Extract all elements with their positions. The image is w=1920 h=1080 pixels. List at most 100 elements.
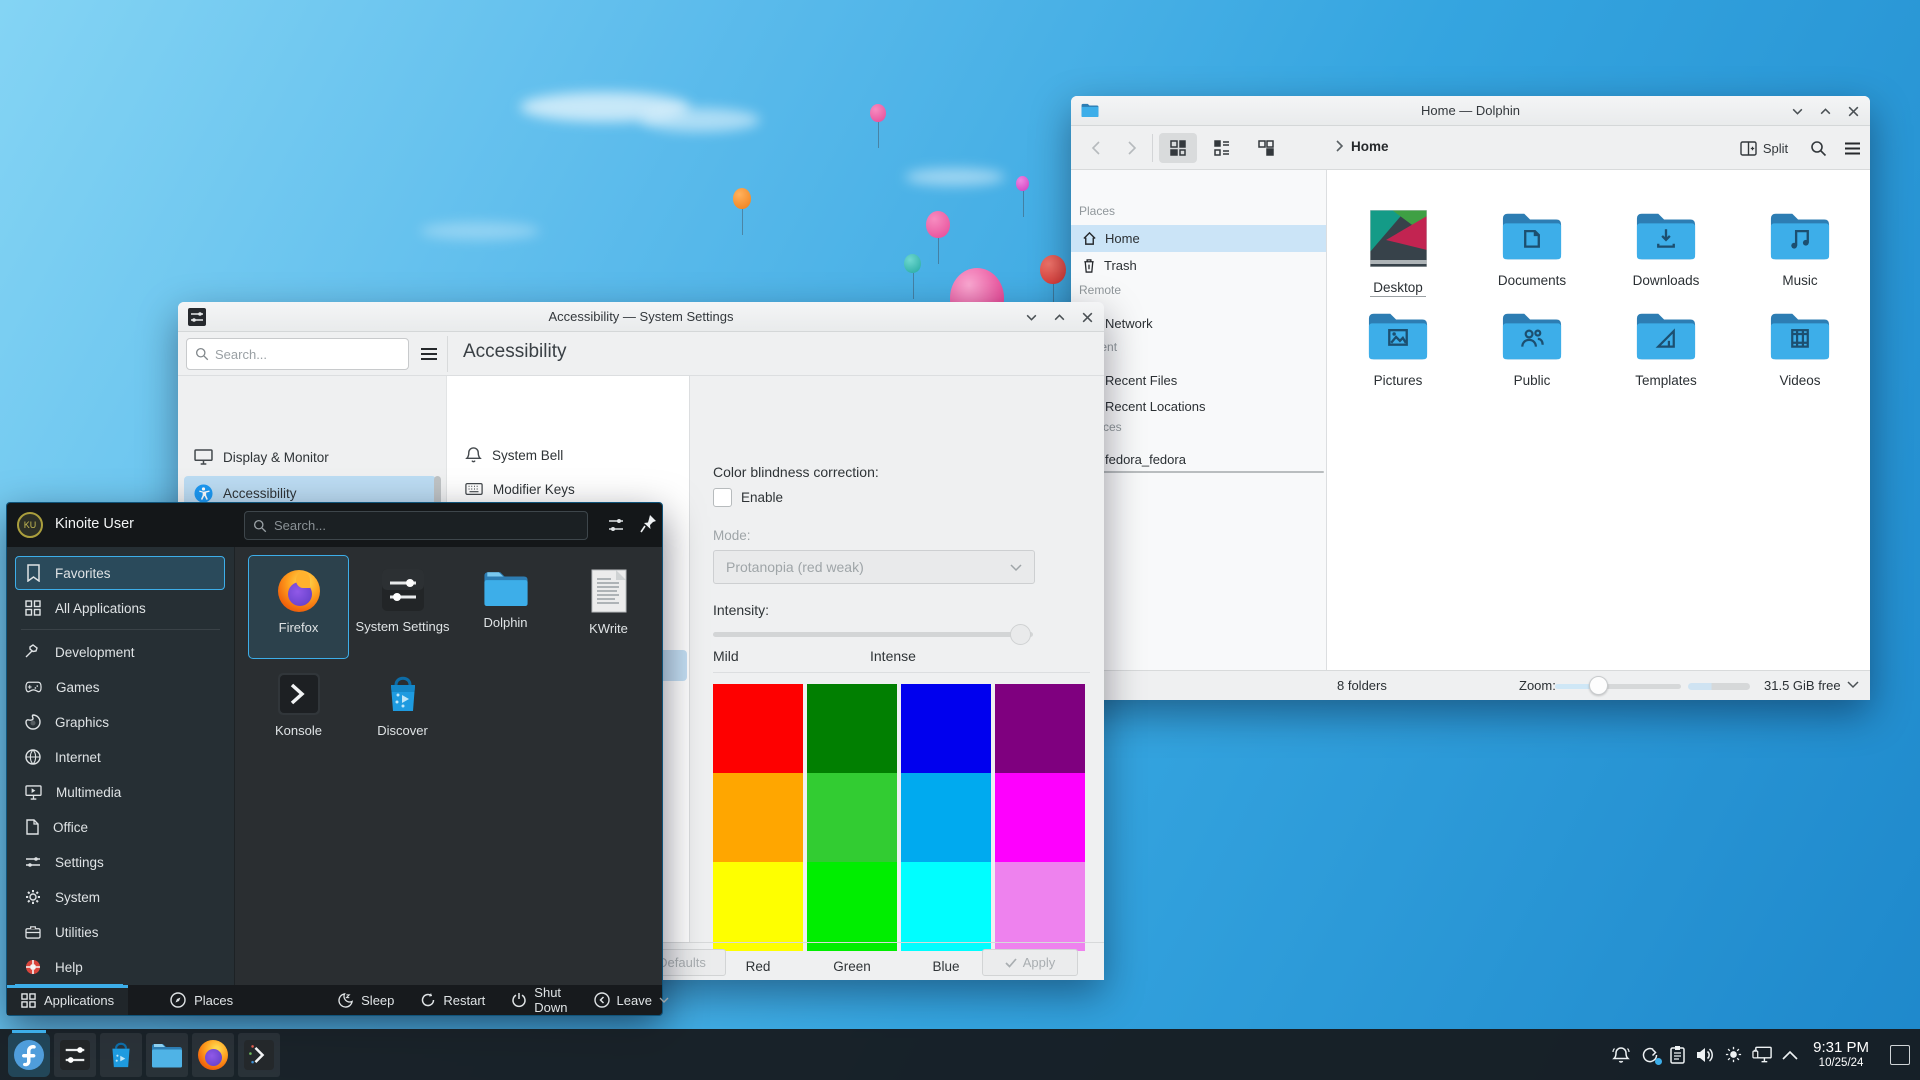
development-icon (25, 644, 41, 660)
task-firefox[interactable] (192, 1033, 234, 1077)
category-help[interactable]: Help (15, 950, 225, 984)
place-fedora-fedora[interactable]: fedora_fedora (1071, 446, 1326, 473)
close-button[interactable] (1078, 308, 1096, 326)
statusbar-chevron-down-icon[interactable] (1847, 681, 1859, 689)
place-recent-locations[interactable]: Recent Locations (1071, 393, 1326, 420)
minimize-button[interactable] (1788, 102, 1806, 120)
app-dolphin[interactable]: Dolphin (455, 555, 556, 659)
utilities-icon (25, 925, 41, 939)
dolphin-folder-view[interactable]: Desktop Documents Downloads Music Pictur… (1328, 170, 1870, 670)
balloon (904, 254, 921, 273)
enable-label[interactable]: Enable (741, 490, 783, 505)
enable-checkbox[interactable] (713, 488, 732, 507)
network-icon[interactable] (1752, 1045, 1773, 1064)
split-button[interactable]: Split (1733, 133, 1795, 163)
app-firefox[interactable]: Firefox (248, 555, 349, 659)
place-recent-files[interactable]: Recent Files (1071, 367, 1326, 394)
volume-icon[interactable] (1695, 1046, 1715, 1064)
expand-tray-icon[interactable] (1782, 1050, 1798, 1060)
hamburger-menu-icon[interactable] (1837, 133, 1867, 163)
place-home[interactable]: Home (1071, 225, 1326, 252)
folder-pictures[interactable]: Pictures (1343, 310, 1453, 388)
intensity-slider-handle[interactable] (1010, 624, 1031, 645)
window-title: Home — Dolphin (1071, 103, 1870, 118)
settings-search-field[interactable] (186, 338, 409, 370)
category-internet[interactable]: Internet (15, 740, 225, 774)
icons-view-button[interactable] (1159, 133, 1197, 163)
apply-button[interactable]: Apply (982, 949, 1078, 976)
module-modifier-keys[interactable]: Modifier Keys (447, 472, 685, 506)
night-color-icon[interactable] (1724, 1045, 1743, 1064)
folder-videos[interactable]: Videos (1745, 310, 1855, 388)
details-view-button[interactable] (1203, 133, 1241, 163)
folder-templates[interactable]: Templates (1611, 310, 1721, 388)
folder-documents[interactable]: Documents (1477, 210, 1587, 288)
module-system-bell[interactable]: System Bell (447, 438, 685, 472)
panel-divider (713, 672, 1090, 673)
close-button[interactable] (1844, 102, 1862, 120)
task-system-settings[interactable] (54, 1033, 96, 1077)
app-konsole[interactable]: Konsole (248, 659, 349, 763)
task-konsole[interactable] (238, 1033, 280, 1077)
clock[interactable]: 9:31 PM 10/25/24 (1813, 1039, 1869, 1069)
leave-button[interactable]: Leave (594, 992, 669, 1008)
category-games[interactable]: Games (15, 670, 225, 704)
tab-places[interactable]: Places (156, 985, 247, 1015)
category-multimedia[interactable]: Multimedia (15, 775, 225, 809)
folder-desktop[interactable]: Desktop (1343, 210, 1453, 297)
app-discover[interactable]: Discover (352, 659, 453, 763)
zoom-slider-handle[interactable] (1589, 676, 1608, 695)
dolphin-toolbar: Home Split (1071, 126, 1870, 170)
hamburger-menu-icon[interactable] (420, 347, 438, 361)
templates-folder-icon (1635, 310, 1697, 360)
sleep-button[interactable]: Sleep (337, 992, 394, 1009)
category-utilities[interactable]: Utilities (15, 915, 225, 949)
sidebar-item-display-monitor[interactable]: Display & Monitor (184, 440, 436, 474)
taskbar-launcher-button[interactable] (8, 1033, 50, 1077)
updates-icon[interactable] (1640, 1045, 1660, 1065)
notifications-icon[interactable] (1611, 1045, 1631, 1065)
category-office[interactable]: Office (15, 810, 225, 844)
search-icon[interactable] (1803, 133, 1833, 163)
system-settings-titlebar[interactable]: Accessibility — System Settings (178, 302, 1104, 332)
avatar[interactable]: KU (17, 512, 43, 538)
maximize-button[interactable] (1816, 102, 1834, 120)
launcher-search-input[interactable] (274, 518, 524, 533)
maximize-button[interactable] (1050, 308, 1068, 326)
back-button[interactable] (1083, 133, 1111, 163)
category-all-applications[interactable]: All Applications (15, 591, 225, 625)
category-system[interactable]: System (15, 880, 225, 914)
configure-icon[interactable] (607, 516, 625, 534)
task-dolphin[interactable] (146, 1033, 188, 1077)
tree-view-button[interactable] (1247, 133, 1285, 163)
dolphin-titlebar[interactable]: Home — Dolphin (1071, 96, 1870, 126)
task-discover[interactable] (100, 1033, 142, 1077)
peek-desktop-button[interactable] (1890, 1045, 1910, 1065)
category-favorites[interactable]: Favorites (15, 556, 225, 590)
mode-dropdown[interactable]: Protanopia (red weak) (713, 550, 1035, 584)
internet-icon (25, 749, 41, 765)
folder-downloads[interactable]: Downloads (1611, 210, 1721, 288)
search-input[interactable] (215, 347, 375, 362)
breadcrumb[interactable]: Home (1351, 139, 1389, 154)
app-system-settings[interactable]: System Settings (352, 555, 453, 659)
intensity-slider-track[interactable] (713, 632, 1033, 637)
folder-public[interactable]: Public (1477, 310, 1587, 388)
place-trash[interactable]: Trash (1071, 252, 1326, 279)
shutdown-button[interactable]: Shut Down (511, 985, 567, 1015)
category-settings[interactable]: Settings (15, 845, 225, 879)
clipboard-icon[interactable] (1669, 1045, 1686, 1065)
restart-button[interactable]: Restart (420, 992, 485, 1008)
app-kwrite[interactable]: KWrite (558, 555, 659, 659)
folder-music[interactable]: Music (1745, 210, 1855, 288)
place-network[interactable]: Network (1071, 310, 1326, 337)
bell-icon (465, 446, 482, 464)
pin-icon[interactable] (640, 514, 657, 533)
zoom-slider-track[interactable] (1555, 684, 1681, 689)
tab-applications[interactable]: Applications (7, 985, 128, 1015)
category-development[interactable]: Development (15, 635, 225, 669)
launcher-search-field[interactable] (244, 511, 588, 540)
category-graphics[interactable]: Graphics (15, 705, 225, 739)
forward-button[interactable] (1117, 133, 1145, 163)
minimize-button[interactable] (1022, 308, 1040, 326)
